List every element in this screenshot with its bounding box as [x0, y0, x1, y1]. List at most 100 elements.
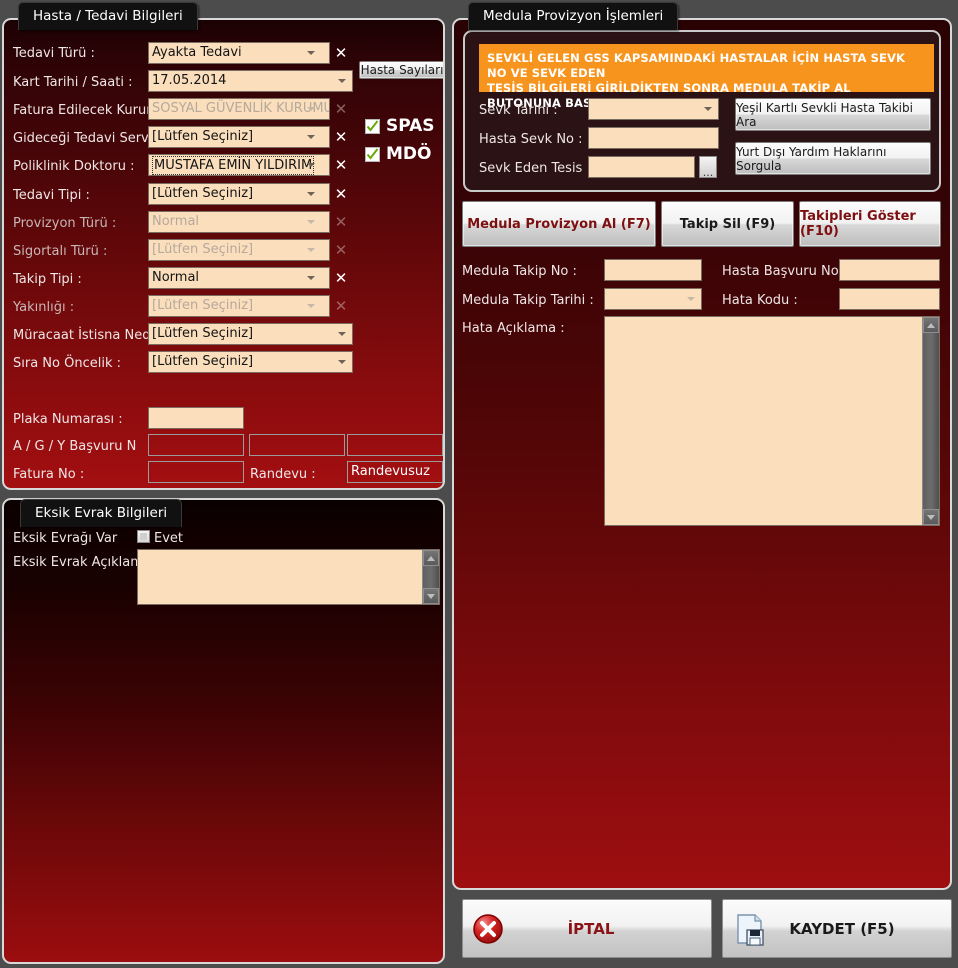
input-fatura-no[interactable]: [148, 461, 244, 483]
input-plaka-numarasi[interactable]: [148, 407, 244, 429]
input-agy-basvuru-2[interactable]: [249, 434, 345, 456]
scroll-down-icon[interactable]: [923, 509, 939, 525]
tab-medula-label: Medula Provizyon İşlemleri: [483, 8, 664, 24]
clear-poliklinik-doktoru-icon[interactable]: ✕: [334, 154, 348, 176]
yurt-disi-yardim-haklarini-sorgula-button[interactable]: Yurt Dışı Yardım Haklarını Sorgula: [735, 142, 931, 175]
value-muracaat-istisna-nedeni: [Lütfen Seçiniz]: [152, 326, 254, 341]
label-hasta-basvuru-no: Hasta Başvuru No: [722, 264, 839, 279]
checkbox-spas[interactable]: [365, 119, 380, 134]
value-takip-tipi: Normal: [152, 270, 200, 285]
scroll-up-icon[interactable]: [423, 550, 439, 566]
input-takip-tipi[interactable]: Normal: [148, 267, 330, 289]
scroll-up-icon[interactable]: [923, 317, 939, 333]
clear-provizyon-turu-icon[interactable]: ✕: [334, 211, 348, 233]
label-sira-no-oncelik: Sıra No Öncelik :: [13, 356, 121, 371]
tab-hasta-tedavi-label: Hasta / Tedavi Bilgileri: [33, 8, 183, 24]
kaydet-label: KAYDET (F5): [789, 919, 895, 938]
label-yakinligi: Yakınlığı :: [13, 300, 75, 315]
input-medula-takip-no[interactable]: [604, 259, 702, 281]
input-hasta-basvuru-no[interactable]: [839, 259, 940, 281]
label-fatura-no: Fatura No :: [13, 467, 85, 482]
textarea-hata-aciklama[interactable]: [604, 316, 940, 526]
takip-sil-button[interactable]: Takip Sil (F9): [661, 201, 794, 247]
takipleri-goster-button[interactable]: Takipleri Göster (F10): [799, 201, 941, 247]
checkbox-mdo[interactable]: [365, 147, 380, 162]
chevron-down-icon[interactable]: [338, 360, 346, 364]
label-plaka-numarasi: Plaka Numarası :: [13, 412, 123, 427]
scrollbar-hata-aciklama[interactable]: [922, 317, 939, 525]
clear-tedavi-tipi-icon[interactable]: ✕: [334, 183, 348, 205]
label-agy-basvuru: A / G / Y Başvuru N: [13, 439, 137, 454]
input-tedavi-tipi[interactable]: [Lütfen Seçiniz]: [148, 183, 330, 205]
chevron-down-icon[interactable]: [307, 248, 315, 252]
input-fatura-edilecek-kurum[interactable]: SOSYAL GÜVENLİK KURUMU (SGK): [148, 98, 330, 120]
value-poliklinik-doktoru: MUSTAFA EMİN YILDIRIM: [152, 156, 315, 175]
input-hata-kodu[interactable]: [839, 288, 940, 310]
ellipsis-label: ...: [702, 166, 714, 179]
input-kart-tarihi[interactable]: 17.05.2014: [148, 70, 353, 92]
chevron-down-icon[interactable]: [338, 79, 346, 83]
iptal-button[interactable]: İPTAL: [462, 899, 712, 958]
chevron-down-icon[interactable]: [307, 304, 315, 308]
input-poliklinik-doktoru[interactable]: MUSTAFA EMİN YILDIRIM: [148, 154, 330, 176]
input-tedavi-turu[interactable]: Ayakta Tedavi: [148, 42, 330, 64]
input-medula-takip-tarihi[interactable]: [604, 288, 702, 310]
chevron-down-icon[interactable]: [307, 135, 315, 139]
yesil-kartli-sevkli-hasta-takibi-ara-button[interactable]: Yeşil Kartlı Sevkli Hasta Takibi Ara: [735, 98, 931, 131]
panel-hasta-tedavi-bilgileri: Tedavi Türü : Ayakta Tedavi ✕ Hasta Sayı…: [2, 18, 445, 490]
input-yakinligi[interactable]: [Lütfen Seçiniz]: [148, 295, 330, 317]
save-icon: [737, 913, 764, 946]
panel-eksik-evrak-body: Eksik Evrağı Var Evet Eksik Evrak Açıkla…: [4, 500, 443, 962]
tab-eksik-evrak-bilgileri[interactable]: Eksik Evrak Bilgileri: [20, 499, 183, 527]
label-hasta-sevk-no: Hasta Sevk No :: [479, 132, 583, 147]
label-evet: Evet: [154, 531, 184, 546]
medula-provizyon-al-button[interactable]: Medula Provizyon Al (F7): [462, 201, 656, 247]
input-randevu[interactable]: Randevusuz: [347, 461, 443, 483]
label-takip-tipi: Takip Tipi :: [13, 272, 82, 287]
scrollbar-eksik-evrak[interactable]: [422, 550, 439, 604]
tab-medula-provizyon-islemleri[interactable]: Medula Provizyon İşlemleri: [468, 2, 679, 30]
input-muracaat-istisna-nedeni[interactable]: [Lütfen Seçiniz]: [148, 323, 353, 345]
chevron-down-icon[interactable]: [338, 332, 346, 336]
label-sevk-tarihi: Sevk Tarihi :: [479, 103, 558, 118]
textarea-eksik-evrak-aciklamasi[interactable]: [137, 549, 440, 605]
scroll-down-icon[interactable]: [423, 588, 439, 604]
input-sevk-tarihi[interactable]: [588, 98, 719, 120]
chevron-down-icon[interactable]: [307, 220, 315, 224]
label-hata-aciklama: Hata Açıklama :: [462, 321, 565, 336]
label-spas: SPAS: [386, 116, 435, 136]
input-gidecegi-tedavi-servisi[interactable]: [Lütfen Seçiniz]: [148, 126, 330, 148]
chevron-down-icon[interactable]: [307, 51, 315, 55]
input-agy-basvuru-3[interactable]: [347, 434, 443, 456]
clear-tedavi-turu-icon[interactable]: ✕: [334, 42, 348, 64]
clear-sigortali-turu-icon[interactable]: ✕: [334, 239, 348, 261]
takip-sil-label: Takip Sil (F9): [679, 216, 776, 232]
input-hasta-sevk-no[interactable]: [588, 127, 719, 149]
chevron-down-icon[interactable]: [307, 163, 315, 167]
chevron-down-icon[interactable]: [307, 192, 315, 196]
value-sira-no-oncelik: [Lütfen Seçiniz]: [152, 354, 254, 369]
checkbox-eksik-evragi-var[interactable]: [137, 530, 150, 543]
clear-fatura-kurum-icon[interactable]: ✕: [334, 98, 348, 120]
chevron-down-icon[interactable]: [687, 297, 695, 301]
label-muracaat-istisna-nedeni: Müracaat İstisna Nedeni: [13, 328, 171, 343]
label-eksik-evragi-var: Eksik Evrağı Var: [13, 531, 118, 546]
chevron-down-icon[interactable]: [307, 276, 315, 280]
clear-takip-tipi-icon[interactable]: ✕: [334, 267, 348, 289]
clear-yakinligi-icon[interactable]: ✕: [334, 295, 348, 317]
tab-hasta-tedavi-bilgileri[interactable]: Hasta / Tedavi Bilgileri: [18, 2, 198, 30]
check-icon: [366, 148, 379, 160]
clear-gidecegi-servisi-icon[interactable]: ✕: [334, 126, 348, 148]
input-provizyon-turu[interactable]: Normal: [148, 211, 330, 233]
chevron-down-icon[interactable]: [307, 107, 315, 111]
hasta-sayilari-button[interactable]: Hasta Sayıları: [359, 61, 443, 79]
input-agy-basvuru-1[interactable]: [148, 434, 244, 456]
input-sira-no-oncelik[interactable]: [Lütfen Seçiniz]: [148, 351, 353, 373]
label-sigortali-turu: Sigortalı Türü :: [13, 244, 108, 259]
value-kart-tarihi: 17.05.2014: [152, 73, 227, 88]
input-sevk-eden-tesis[interactable]: [588, 156, 695, 178]
input-sigortali-turu[interactable]: [Lütfen Seçiniz]: [148, 239, 330, 261]
kaydet-button[interactable]: KAYDET (F5): [722, 899, 952, 958]
browse-sevk-eden-tesis-button[interactable]: ...: [699, 156, 717, 178]
chevron-down-icon[interactable]: [704, 107, 712, 111]
